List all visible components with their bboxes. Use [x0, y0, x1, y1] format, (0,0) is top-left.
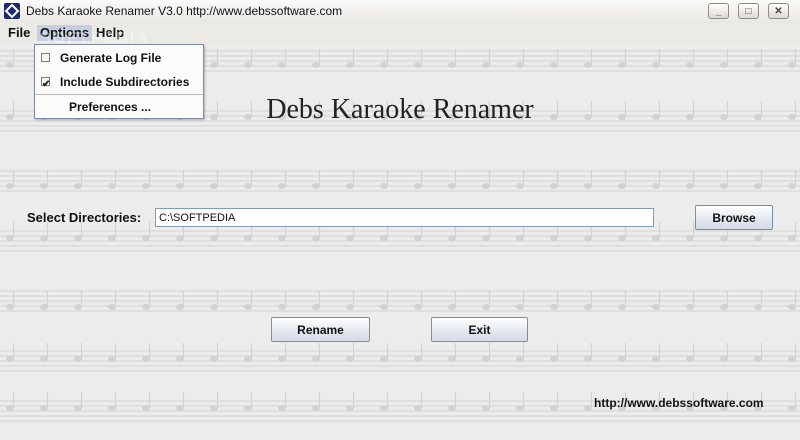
menu-item-include-subdirectories[interactable]: Include Subdirectories — [35, 70, 203, 97]
menu-file[interactable]: File — [5, 25, 33, 41]
select-directories-label: Select Directories: — [27, 210, 142, 225]
generate-log-checkbox[interactable] — [41, 53, 50, 62]
maximize-button[interactable]: □ — [738, 3, 759, 19]
menu-item-generate-log[interactable]: Generate Log File — [35, 46, 203, 70]
exit-button[interactable]: Exit — [431, 317, 528, 342]
menu-item-label: Generate Log File — [60, 51, 162, 65]
options-dropdown-menu: Generate Log File Include Subdirectories… — [34, 44, 204, 119]
include-subdirectories-checkbox[interactable] — [41, 73, 50, 97]
menu-item-preferences[interactable]: Preferences ... — [35, 95, 203, 119]
minimize-icon: _ — [715, 5, 722, 17]
rename-button[interactable]: Rename — [271, 317, 370, 342]
window-title: Debs Karaoke Renamer V3.0 http://www.deb… — [26, 4, 343, 18]
menu-item-label: Include Subdirectories — [60, 75, 190, 89]
app-window: Debs Karaoke Renamer V3.0 http://www.deb… — [0, 0, 800, 440]
watermark-text: SOFTPEDIA — [40, 30, 150, 47]
browse-button[interactable]: Browse — [695, 205, 773, 230]
maximize-icon: □ — [745, 5, 752, 17]
website-link[interactable]: http://www.debssoftware.com — [594, 396, 764, 410]
directory-input[interactable] — [155, 208, 654, 227]
app-logo-icon — [4, 3, 20, 19]
minimize-button[interactable]: _ — [708, 3, 729, 19]
menu-item-label: Preferences ... — [69, 100, 152, 114]
title-bar[interactable]: Debs Karaoke Renamer V3.0 http://www.deb… — [0, 0, 800, 24]
close-button[interactable]: ✕ — [768, 3, 789, 19]
close-icon: ✕ — [774, 5, 783, 17]
